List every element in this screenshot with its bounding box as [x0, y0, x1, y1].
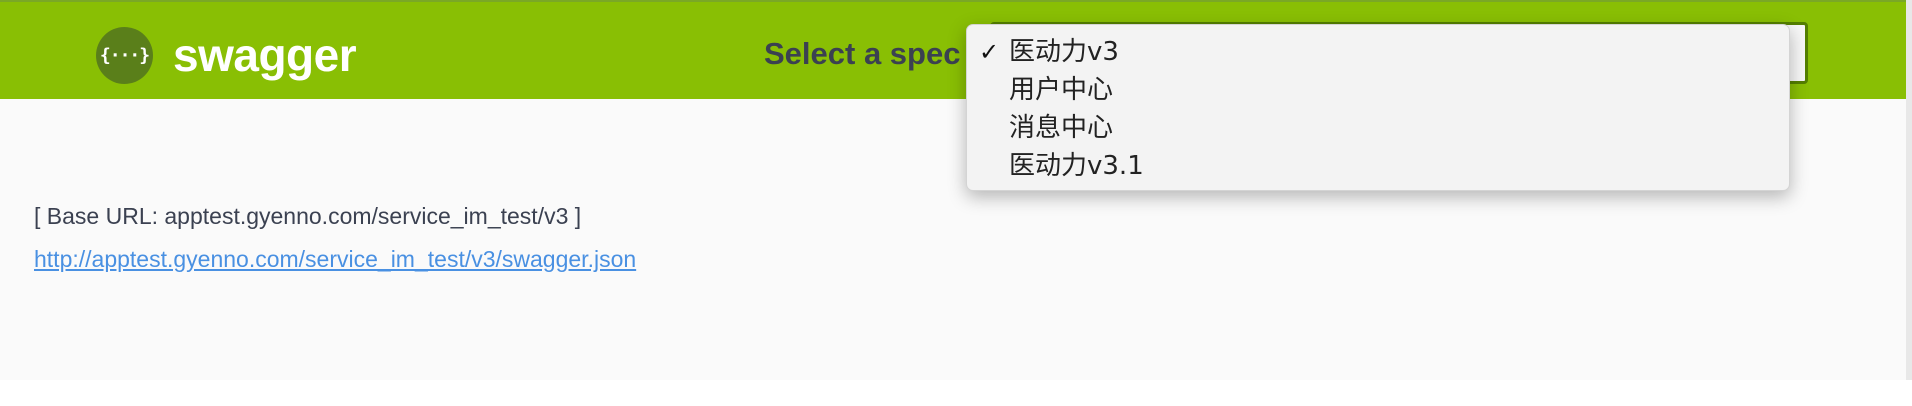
spec-option-label: 医动力v3.1	[1009, 151, 1144, 181]
spec-option-label: 医动力v3	[1009, 37, 1119, 67]
checkmark-icon: ✓	[979, 38, 1000, 66]
spec-option-label: 消息中心	[1009, 113, 1114, 143]
spec-option-user-center[interactable]: 用户中心	[967, 71, 1789, 109]
brand[interactable]: {···} swagger	[96, 26, 357, 84]
swagger-ui-page: {···} swagger Select a spec [ Base URL: …	[0, 0, 1912, 406]
select-spec-label: Select a spec	[764, 36, 961, 71]
spec-option-message-center[interactable]: 消息中心	[967, 109, 1789, 147]
brand-name: swagger	[173, 29, 357, 81]
base-url-text: [ Base URL: apptest.gyenno.com/service_i…	[34, 203, 582, 229]
spec-option-yidongli-v3-1[interactable]: 医动力v3.1	[967, 147, 1789, 185]
swagger-json-link[interactable]: http://apptest.gyenno.com/service_im_tes…	[34, 246, 636, 273]
spec-option-yidongli-v3[interactable]: ✓ 医动力v3	[967, 33, 1789, 71]
spec-dropdown-menu: ✓ 医动力v3 用户中心 消息中心 医动力v3.1	[966, 24, 1790, 191]
scrollbar-track[interactable]	[1906, 0, 1912, 380]
spec-option-label: 用户中心	[1009, 75, 1114, 105]
swagger-logo-icon: {···}	[96, 26, 153, 84]
